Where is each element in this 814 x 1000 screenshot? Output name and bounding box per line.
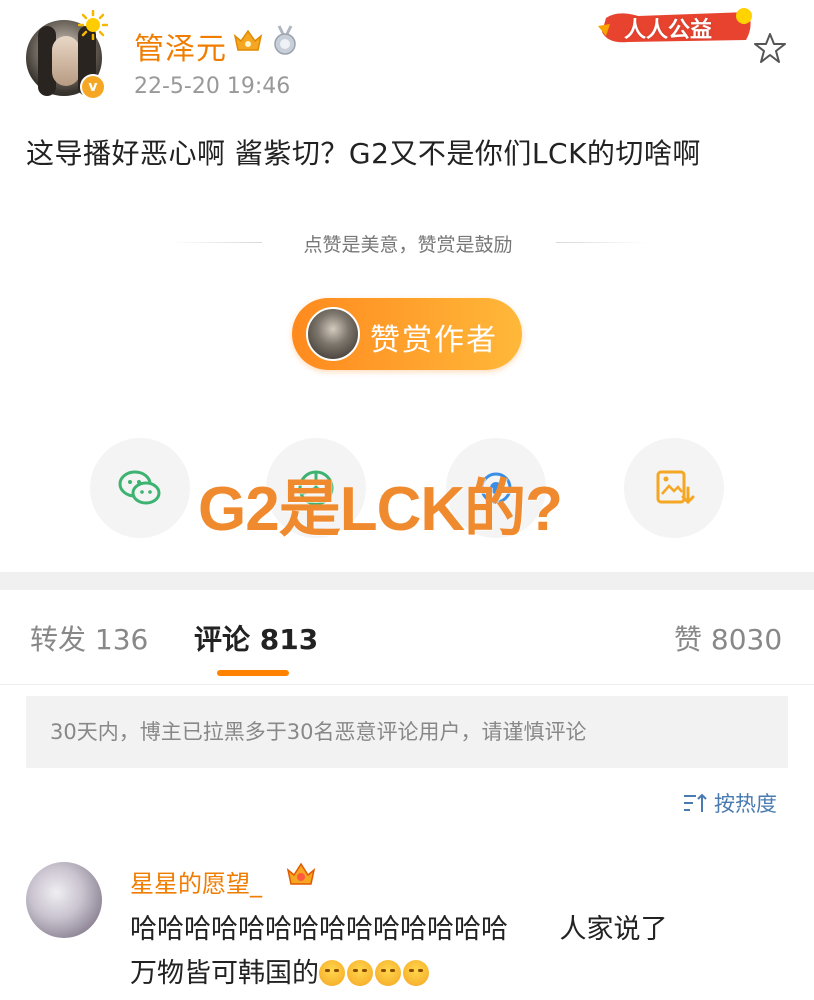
- charity-badge[interactable]: 人人公益: [598, 6, 758, 46]
- commenter-avatar[interactable]: [26, 862, 102, 938]
- medal-icon: [274, 25, 296, 55]
- save-image-icon: [656, 470, 695, 505]
- post-body-text: 这导播好恶心啊 酱紫切？G2又不是你们LCK的切啥啊: [26, 137, 701, 170]
- verified-badge: v: [80, 74, 106, 100]
- crying-emoji-icon: [375, 960, 401, 986]
- tab-comments[interactable]: 评论 813: [194, 618, 318, 658]
- slogan-divider-left: [170, 242, 262, 243]
- overlay-caption: G2是LCK的?: [198, 475, 563, 544]
- favorite-star-icon[interactable]: [752, 30, 788, 66]
- author-name[interactable]: 管泽元: [134, 24, 227, 68]
- comment-text: 哈哈哈哈哈哈哈哈哈哈哈哈哈哈 人家说了 万物皆可韩国的: [130, 908, 790, 996]
- sort-icon: [684, 793, 707, 812]
- slogan-divider-right: [556, 242, 648, 243]
- crying-emoji-icon: [403, 960, 429, 986]
- commenter-name[interactable]: 星星的愿望_: [130, 864, 262, 899]
- tab-comments-label: 评论: [194, 623, 251, 656]
- vip-crown-icon: [286, 862, 316, 885]
- section-separator: [0, 572, 814, 590]
- tab-reposts-label: 转发: [30, 623, 87, 656]
- reward-button-label: 赞赏作者: [370, 323, 498, 358]
- tab-likes-count: 8030: [710, 623, 783, 656]
- tabs-divider: [0, 684, 814, 685]
- sort-label: 按热度: [714, 792, 777, 816]
- tab-likes[interactable]: 赞 8030: [674, 618, 782, 658]
- sun-icon: [78, 10, 108, 40]
- share-wechat-button[interactable]: [90, 438, 190, 538]
- comment-text-line2-wrap: 万物皆可韩国的: [130, 952, 790, 996]
- vip-crown-icon: [233, 29, 263, 51]
- tab-likes-label: 赞: [674, 623, 703, 656]
- comment-notice: 30天内，博主已拉黑多于30名恶意评论用户，请谨慎评论: [26, 696, 788, 768]
- tab-reposts[interactable]: 转发 136: [30, 618, 148, 658]
- comment-text-line2: 万物皆可韩国的: [130, 958, 319, 989]
- save-image-button[interactable]: [624, 438, 724, 538]
- active-tab-indicator: [217, 670, 289, 676]
- tab-reposts-count: 136: [94, 623, 149, 656]
- reward-avatar: [306, 307, 360, 361]
- reward-author-button[interactable]: 赞赏作者: [292, 298, 522, 370]
- sort-by-hot-button[interactable]: 按热度: [682, 788, 777, 818]
- tab-comments-count: 813: [259, 623, 319, 656]
- crying-emoji-icon: [347, 960, 373, 986]
- comment-text-line1: 哈哈哈哈哈哈哈哈哈哈哈哈哈哈 人家说了: [130, 914, 668, 945]
- post-timestamp: 22-5-20 19:46: [134, 74, 291, 99]
- charity-badge-label: 人人公益: [624, 18, 713, 43]
- wechat-icon: [118, 470, 161, 505]
- reward-slogan: 点赞是美意，赞赏是鼓励: [303, 234, 513, 256]
- crying-emoji-icon: [319, 960, 345, 986]
